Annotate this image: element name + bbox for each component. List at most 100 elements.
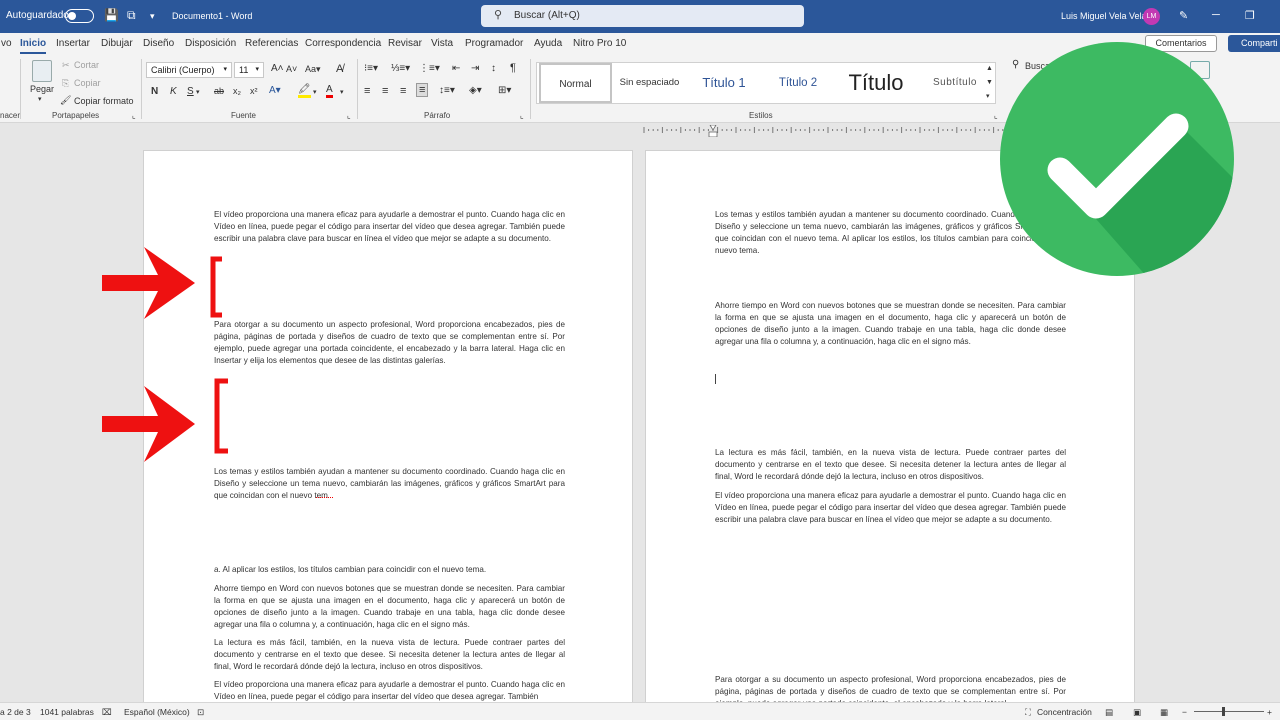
undo-icon[interactable]: ⧉ (127, 8, 136, 23)
avatar[interactable]: LM (1143, 8, 1160, 25)
format-painter-button[interactable]: Copiar formato (74, 96, 134, 106)
pen-icon[interactable]: ✎ (1179, 9, 1188, 22)
zoom-in-icon[interactable]: + (1267, 707, 1272, 717)
paste-icon[interactable] (32, 60, 52, 82)
bullets-icon[interactable]: ⁝≡▾ (364, 63, 378, 74)
page1-paragraph-4[interactable]: a. Al aplicar los estilos, los títulos c… (214, 564, 565, 576)
tab-correspondencia[interactable]: Correspondencia (305, 38, 381, 49)
line-spacing-icon[interactable]: ↕≡▾ (439, 85, 455, 96)
align-left-icon[interactable]: ≡ (364, 85, 370, 97)
page2-paragraph-2[interactable]: Ahorre tiempo en Word con nuevos botones… (715, 300, 1066, 348)
clear-format-icon[interactable]: A̸ (336, 63, 343, 75)
page1-paragraph-2[interactable]: Para otorgar a su documento un aspecto p… (214, 319, 565, 367)
zoom-slider[interactable] (1194, 711, 1264, 712)
style-heading-1[interactable]: Título 1 (689, 63, 759, 103)
strikethrough-icon[interactable]: ab (214, 86, 224, 96)
sort-icon[interactable]: ↕ (491, 63, 496, 74)
focus-icon[interactable]: ⛶ (1025, 707, 1031, 718)
tab-disposicion[interactable]: Disposición (185, 38, 236, 49)
underline-button[interactable]: S (187, 86, 194, 97)
highlight-icon[interactable]: 🖍 (298, 85, 311, 98)
bold-button[interactable]: N (151, 86, 158, 97)
tab-ayuda[interactable]: Ayuda (534, 38, 562, 49)
tab-revisar[interactable]: Revisar (388, 38, 422, 49)
style-heading-2[interactable]: Título 2 (765, 63, 831, 103)
tab-inicio[interactable]: Inicio (20, 38, 47, 54)
paste-button[interactable]: Pegar (30, 84, 54, 94)
accessibility-icon[interactable]: ⊡ (197, 707, 204, 718)
horizontal-ruler[interactable] (640, 125, 1012, 137)
decrease-indent-icon[interactable]: ⇤ (452, 63, 460, 74)
subscript-icon[interactable]: x₂ (233, 86, 241, 96)
customize-qat-icon[interactable]: ▾ (150, 11, 155, 22)
font-family-select[interactable]: Calibri (Cuerpo) ▾ (146, 62, 232, 78)
cut-icon[interactable]: ✂ (62, 60, 70, 71)
word-count[interactable]: 1041 palabras (40, 707, 94, 717)
style-no-spacing[interactable]: Sin espaciado (617, 63, 682, 103)
tab-nitro[interactable]: Nitro Pro 10 (573, 38, 626, 49)
shading-icon[interactable]: ◈▾ (469, 85, 482, 96)
save-icon[interactable]: 💾 (104, 8, 119, 22)
tab-referencias[interactable]: Referencias (245, 38, 298, 49)
text-effects-icon[interactable]: A▾ (269, 85, 281, 96)
styles-scroll-up-icon[interactable]: ▲ (986, 65, 993, 72)
change-case-icon[interactable]: Aa▾ (305, 64, 321, 75)
style-title[interactable]: Título (837, 63, 915, 103)
styles-scroll-down-icon[interactable]: ▼ (986, 79, 993, 86)
search-box[interactable]: ⚲ Buscar (Alt+Q) (481, 5, 804, 27)
page2-paragraph-3[interactable]: La lectura es más fácil, también, en la … (715, 447, 1066, 483)
read-mode-icon[interactable]: ▤ (1105, 707, 1113, 718)
page1-paragraph-5[interactable]: Ahorre tiempo en Word con nuevos botones… (214, 583, 565, 631)
style-normal[interactable]: Normal (539, 63, 612, 103)
font-size-select[interactable]: 11 ▾ (234, 62, 264, 78)
font-launcher-icon[interactable]: ⌞ (347, 111, 351, 120)
page1-paragraph-3[interactable]: Los temas y estilos también ayudan a man… (214, 466, 565, 502)
web-layout-icon[interactable]: ▦ (1160, 707, 1168, 718)
autosave-toggle[interactable] (65, 9, 94, 23)
page-count[interactable]: a 2 de 3 (0, 707, 31, 717)
tab-programador[interactable]: Programador (465, 38, 523, 49)
borders-icon[interactable]: ⊞▾ (498, 85, 511, 96)
copy-button[interactable]: Copiar (74, 78, 101, 88)
tab-dibujar[interactable]: Dibujar (101, 38, 133, 49)
maximize-icon[interactable]: ❐ (1245, 9, 1255, 22)
style-subtitle[interactable]: Subtítulo (919, 63, 991, 103)
paragraph-launcher-icon[interactable]: ⌞ (520, 111, 524, 120)
tab-diseno[interactable]: Diseño (143, 38, 174, 49)
font-color-icon[interactable]: A (326, 85, 333, 98)
cut-button[interactable]: Cortar (74, 60, 99, 70)
page1-paragraph-7[interactable]: El vídeo proporciona una manera eficaz p… (214, 679, 565, 703)
language-indicator[interactable]: Español (México) (124, 707, 190, 717)
page1-paragraph-1[interactable]: El vídeo proporciona una manera eficaz p… (214, 209, 565, 245)
copy-icon[interactable]: ⎘ (62, 78, 69, 89)
shrink-font-icon[interactable]: A˅ (286, 64, 297, 74)
page2-paragraph-4[interactable]: El vídeo proporciona una manera eficaz p… (715, 490, 1066, 526)
clipboard-launcher-icon[interactable]: ⌞ (132, 111, 136, 120)
zoom-out-icon[interactable]: − (1182, 707, 1187, 717)
tab-file[interactable]: vo (1, 38, 12, 49)
multilevel-list-icon[interactable]: ⋮≡▾ (419, 63, 440, 74)
minimize-icon[interactable]: ─ (1212, 9, 1220, 21)
zoom-slider-thumb[interactable] (1222, 707, 1225, 716)
tab-insertar[interactable]: Insertar (56, 38, 90, 49)
align-right-icon[interactable]: ≡ (400, 85, 406, 97)
proofing-icon[interactable]: ⌧ (102, 707, 112, 718)
user-name[interactable]: Luis Miguel Vela Vela (1061, 11, 1147, 21)
grow-font-icon[interactable]: A˄ (271, 63, 284, 74)
pilcrow-icon[interactable]: ¶ (510, 62, 516, 74)
paste-dropdown-icon[interactable]: ▾ (38, 95, 42, 103)
align-center-icon[interactable]: ≡ (382, 85, 388, 97)
styles-more-icon[interactable]: ▾ (986, 92, 990, 100)
increase-indent-icon[interactable]: ⇥ (471, 63, 479, 74)
focus-mode-button[interactable]: Concentración (1037, 707, 1092, 717)
page1-paragraph-6[interactable]: La lectura es más fácil, también, en la … (214, 637, 565, 673)
chevron-down-icon[interactable]: ▾ (196, 88, 200, 96)
numbering-icon[interactable]: ⅓≡▾ (391, 63, 410, 74)
italic-button[interactable]: K (170, 86, 177, 97)
chevron-down-icon[interactable]: ▾ (313, 88, 317, 96)
chevron-down-icon[interactable]: ▾ (340, 88, 344, 96)
superscript-icon[interactable]: x² (250, 86, 258, 96)
justify-icon[interactable]: ≡ (416, 83, 429, 97)
print-layout-icon[interactable]: ▣ (1133, 707, 1141, 718)
tab-vista[interactable]: Vista (431, 38, 453, 49)
